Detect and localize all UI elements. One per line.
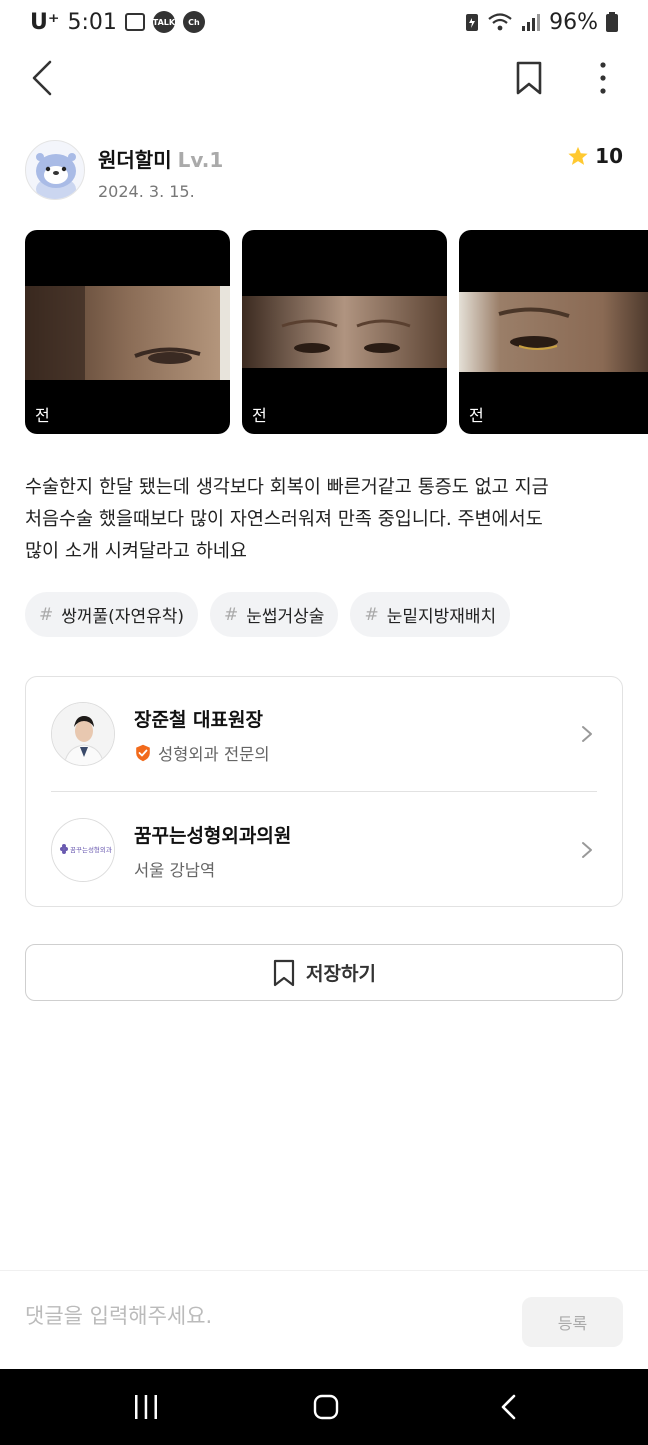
tag-label: 눈썹거상술 [246,607,325,627]
author-level: Lv.1 [177,148,224,172]
recent-apps-icon[interactable] [132,1393,160,1421]
clinic-logo-flower-icon: 꿈꾸는성형외과 [52,819,114,881]
system-navigation-bar [0,1369,648,1445]
photo-carousel[interactable]: 전 전 전 [25,230,648,434]
procedure-tags: # 쌍꺼풀(자연유착) # 눈썹거상술 # 눈밑지방재배치 [25,592,511,637]
clinic-name: 꿈꾸는성형외과의원 [134,825,292,847]
eye-photo-image [242,296,447,368]
tag-label: 쌍꺼풀(자연유착) [61,607,184,627]
hash-icon: # [39,604,54,625]
review-content: 수술한지 한달 됐는데 생각보다 회복이 빠른거같고 통증도 없고 지금 처음수… [25,472,625,568]
photo-label: 전 [35,406,50,425]
top-navigation [0,50,648,106]
clock: 5:01 [67,9,117,35]
review-text-line: 처음수술 했을때보다 많이 자연스러워져 만족 중입니다. 주변에서도 [25,509,543,530]
review-text-line: 많이 소개 시켜달라고 하네요 [25,541,247,562]
photo-label: 전 [469,406,484,425]
before-photo-2[interactable]: 전 [242,230,447,434]
eye-photo-image [25,286,230,380]
doctor-specialty: 성형외과 전문의 [134,741,270,765]
doctor-portrait-image [52,703,114,765]
before-photo-3[interactable]: 전 [459,230,648,434]
tag-label: 눈밑지방재배치 [386,607,497,627]
save-button[interactable]: 저장하기 [25,944,623,1001]
battery-icon [606,12,618,32]
clinic-location: 서울 강남역 [134,857,215,881]
chevron-right-icon [582,842,592,858]
doctor-name: 장준철 대표원장 [134,709,263,731]
doctor-clinic-card: 장준철 대표원장 성형외과 전문의 꿈꾸는성형외과 꿈꾸는성형외과의원 서울 강… [25,676,623,907]
tag-chip[interactable]: # 눈썹거상술 [210,592,339,637]
location-label: 서울 강남역 [134,861,216,880]
photo-label: 전 [252,406,267,425]
bookmark-icon[interactable] [512,60,546,96]
system-back-icon[interactable] [496,1393,524,1421]
battery-percent: 96% [549,9,598,35]
submit-comment-button[interactable]: 등록 [522,1297,623,1347]
seal-character-avatar-icon [36,153,76,199]
hash-icon: # [224,604,239,625]
author-name[interactable]: 원더할미 Lv.1 [98,144,223,173]
eye-photo-image [459,292,648,372]
tag-chip[interactable]: # 눈밑지방재배치 [350,592,511,637]
verified-badge-icon [136,744,150,762]
avatar[interactable] [25,140,85,200]
clinic-row[interactable]: 꿈꾸는성형외과 꿈꾸는성형외과의원 서울 강남역 [26,793,622,905]
chevron-right-icon [582,726,592,742]
doctor-photo [51,702,115,766]
before-photo-1[interactable]: 전 [25,230,230,434]
review-author: 원더할미 Lv.1 2024. 3. 15. 10 [25,140,623,204]
image-icon [124,13,145,31]
signal-icon [522,14,541,31]
clinic-logo-text: 꿈꾸는성형외과 [70,845,112,854]
kakao-channel-icon: Ch [182,11,205,33]
hash-icon: # [364,604,379,625]
kakaotalk-icon: TALK [153,11,175,33]
comment-bar: 등록 [0,1270,648,1369]
save-button-label: 저장하기 [306,963,376,985]
status-bar: U⁺ 5:01 TALK Ch 96% [0,0,648,44]
rating: 10 [567,144,623,168]
doctor-row[interactable]: 장준철 대표원장 성형외과 전문의 [26,677,622,789]
author-nickname: 원더할미 [98,148,172,172]
wifi-icon [488,13,512,31]
card-divider [51,791,597,792]
battery-saver-icon [466,14,479,31]
review-text-line: 수술한지 한달 됐는데 생각보다 회복이 빠른거같고 통증도 없고 지금 [25,477,549,498]
carrier-label: U⁺ [30,9,60,35]
clinic-logo: 꿈꾸는성형외과 [51,818,115,882]
more-options-icon[interactable] [588,58,618,98]
specialty-label: 성형외과 전문의 [158,745,270,764]
rating-value: 10 [595,144,623,168]
tag-chip[interactable]: # 쌍꺼풀(자연유착) [25,592,198,637]
back-arrow-icon[interactable] [24,58,64,98]
comment-input[interactable] [25,1304,495,1328]
star-icon [568,146,588,165]
bookmark-icon [273,959,295,986]
review-date: 2024. 3. 15. [98,182,195,201]
home-icon[interactable] [312,1393,340,1421]
